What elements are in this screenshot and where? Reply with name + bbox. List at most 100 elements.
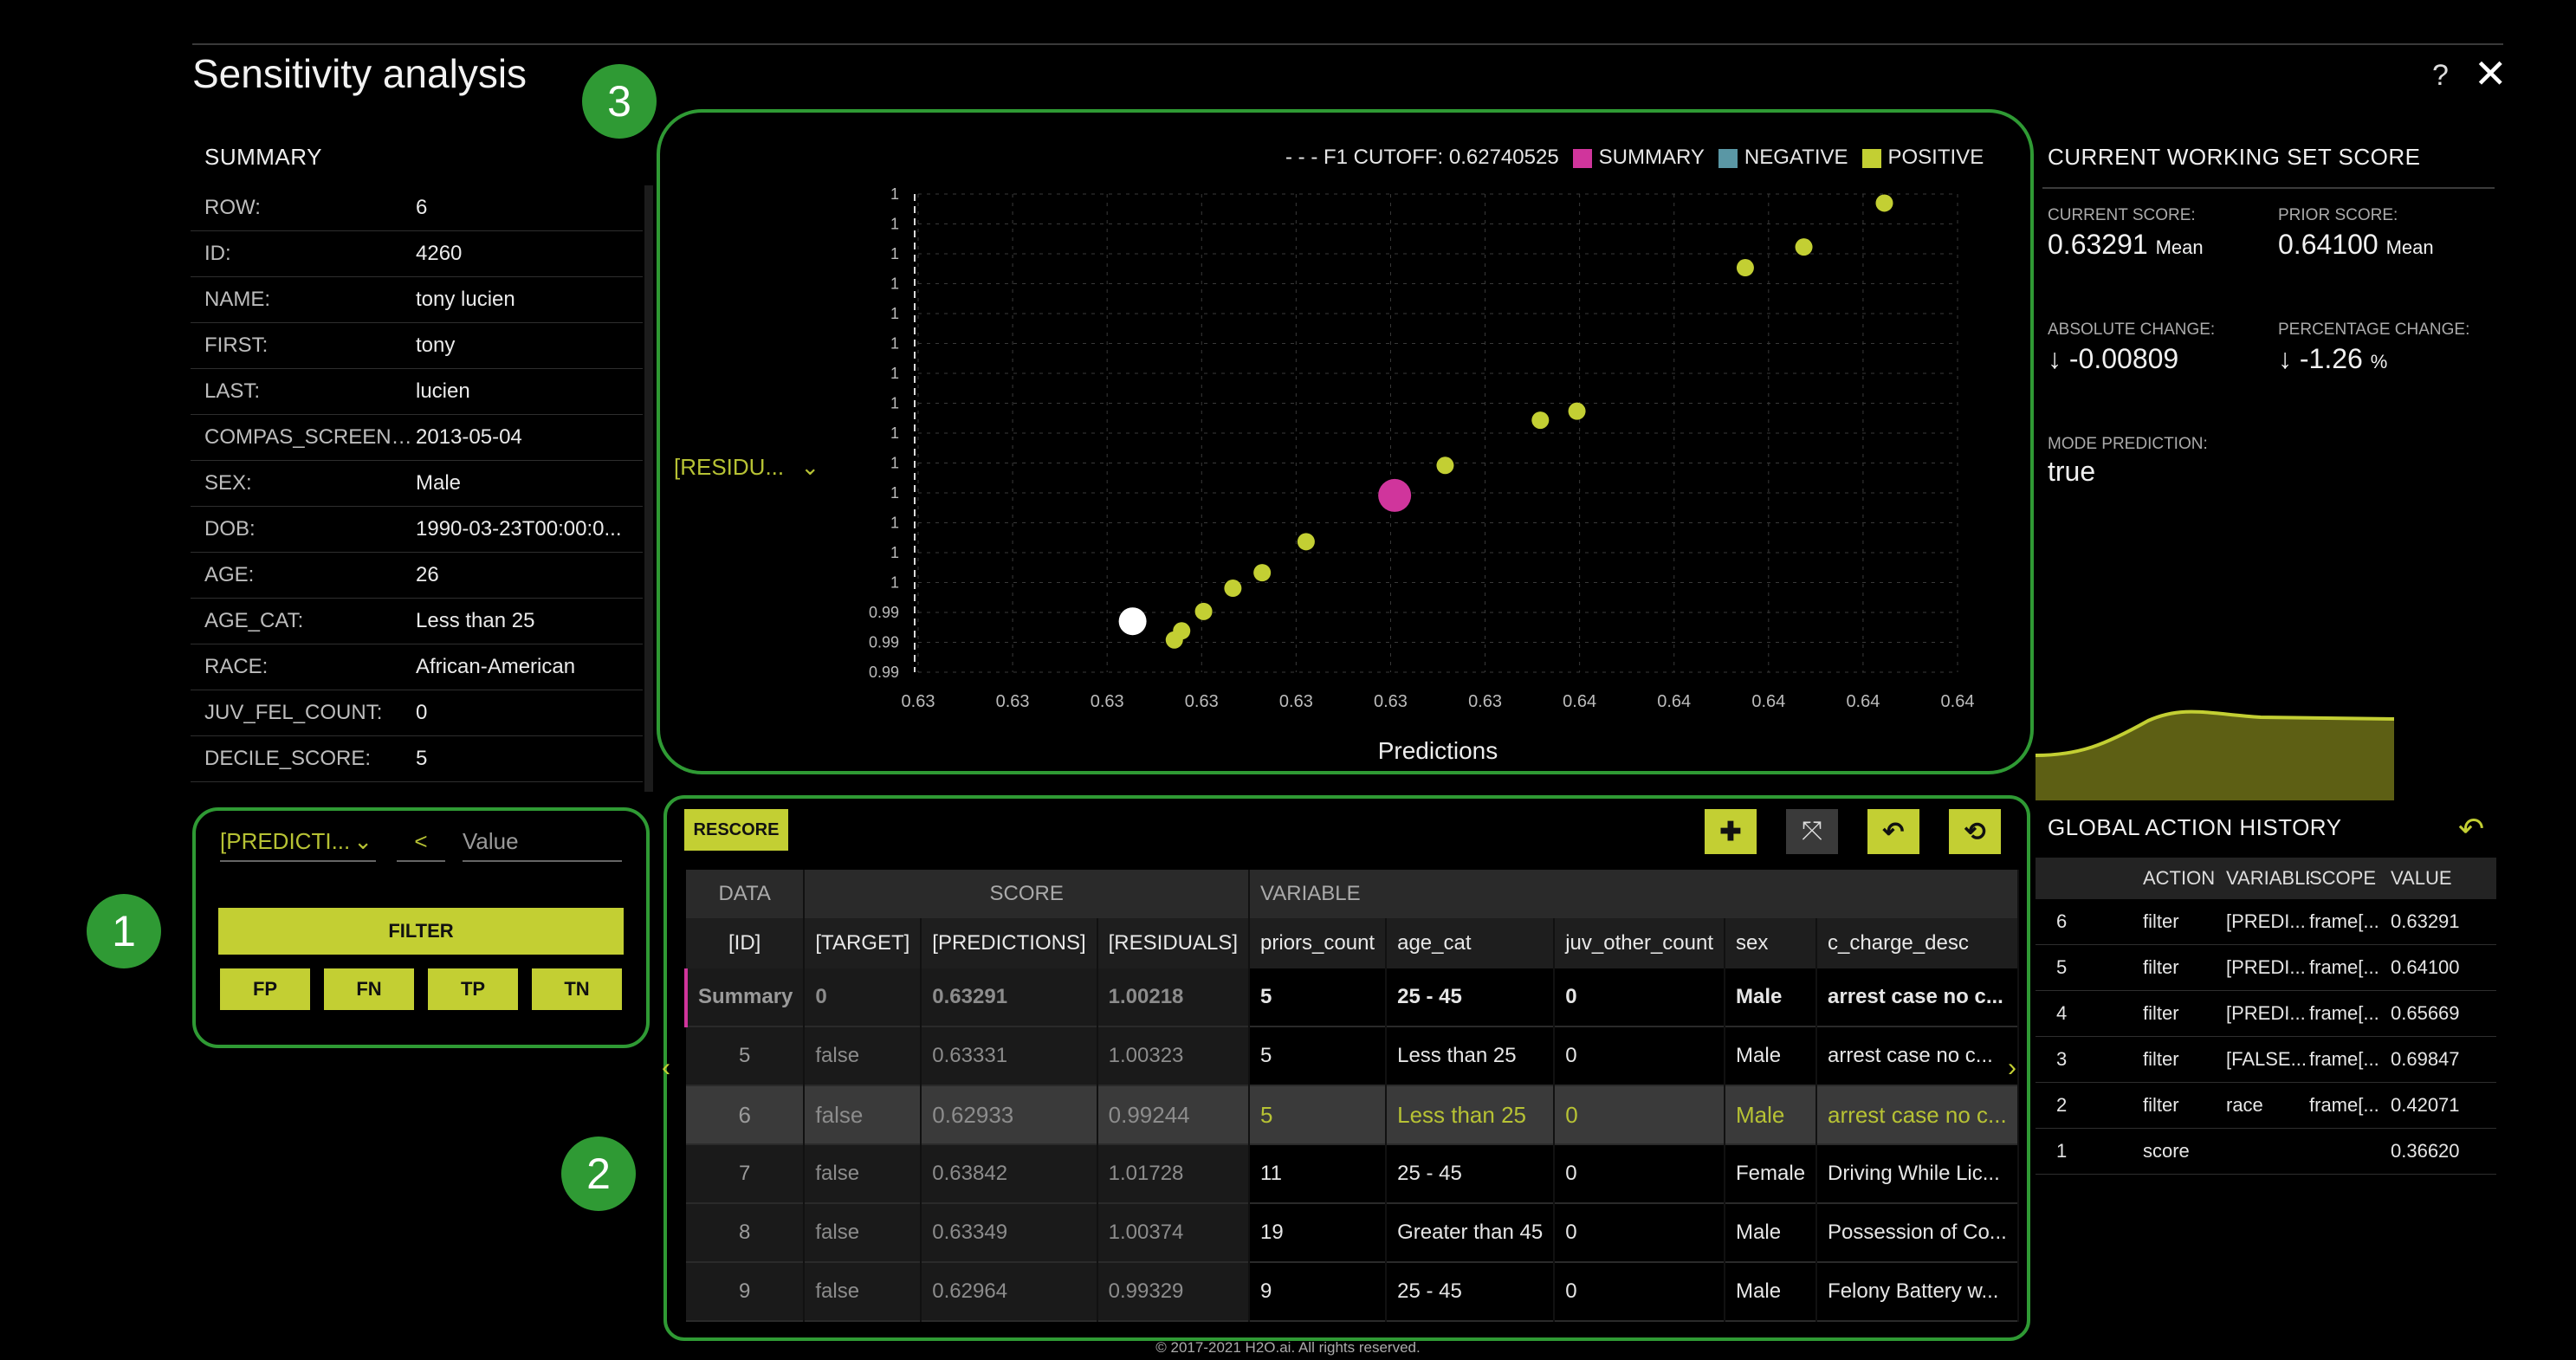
table-cell: 6: [686, 1085, 806, 1144]
table-row[interactable]: 9 false 0.62964 0.99329 9 25 - 45 0 Male Felony …: [686, 1262, 2019, 1321]
filter-operator-select[interactable]: <: [397, 828, 445, 862]
history-row[interactable]: 3 filter [FALSE... frame[... 0.69847: [2036, 1037, 2496, 1083]
column-header[interactable]: age_cat: [1386, 918, 1556, 968]
chevron-down-icon: ⌄: [353, 828, 372, 854]
table-row[interactable]: 6 false 0.62933 0.99244 5 Less than 25 0 Male ar…: [686, 1085, 2019, 1144]
y-tick-label: 1: [890, 544, 899, 561]
current-score-label: CURRENT SCORE:: [2048, 206, 2196, 224]
filter-button[interactable]: FILTER: [218, 908, 624, 955]
tp-button[interactable]: TP: [428, 968, 518, 1010]
positive-point: [1224, 580, 1242, 598]
history-header: GLOBAL ACTION HISTORY: [2048, 814, 2342, 840]
column-header[interactable]: sex: [1725, 918, 1818, 968]
undo-action-icon[interactable]: ↶: [1867, 809, 1919, 854]
rescore-button[interactable]: RESCORE: [684, 809, 788, 851]
y-tick-label: 1: [890, 275, 899, 293]
fn-button[interactable]: FN: [324, 968, 414, 1010]
percentage-change-label: PERCENTAGE CHANGE:: [2278, 321, 2470, 339]
summary-scrollbar[interactable]: [644, 185, 653, 792]
fp-button[interactable]: FP: [220, 968, 310, 1010]
positive-point: [1795, 238, 1813, 256]
y-tick-label: 0.99: [869, 634, 899, 651]
history-cell: filter: [2143, 1094, 2179, 1116]
legend-summary[interactable]: SUMMARY: [1572, 146, 1705, 170]
table-cell: 9: [1249, 1262, 1388, 1321]
summary-row: JUV_MISD_COUNT:1: [191, 782, 643, 792]
undo-icon[interactable]: ↶: [2458, 811, 2484, 847]
history-cell: frame[...: [2309, 1048, 2379, 1070]
history-cell: frame[...: [2309, 956, 2379, 978]
chart-legend: - - - F1 CUTOFF: 0.62740525 SUMMARY NEGA…: [1285, 146, 1984, 170]
summary-header: SUMMARY: [204, 144, 322, 170]
filter-value-placeholder: Value: [463, 828, 519, 854]
tn-button[interactable]: TN: [532, 968, 622, 1010]
collapse-icon[interactable]: ⤧: [1786, 809, 1838, 854]
column-header[interactable]: juv_other_count: [1554, 918, 1726, 968]
column-header[interactable]: [TARGET]: [804, 918, 922, 968]
history-cell: [PREDI...: [2226, 1002, 2306, 1024]
scroll-left-icon[interactable]: ‹: [662, 1053, 670, 1083]
close-icon[interactable]: ✕: [2474, 50, 2508, 97]
summary-row: JUV_FEL_COUNT: 0: [191, 690, 643, 736]
table-cell: Felony Battery w...: [1816, 1262, 2019, 1321]
table-row[interactable]: 7 false 0.63842 1.01728 11 25 - 45 0 Female Driv…: [686, 1144, 2019, 1203]
legend-positive[interactable]: POSITIVE: [1861, 146, 1984, 170]
summary-row: COMPAS_SCREENIN... 2013-05-04: [191, 415, 643, 461]
prior-score-value: 0.64100 Mean: [2278, 229, 2434, 260]
callout-2: 2: [561, 1137, 636, 1211]
table-cell: arrest case no c...: [1816, 1085, 2019, 1144]
y-axis-selector[interactable]: [RESIDU... ⌄: [674, 454, 819, 481]
column-header[interactable]: [RESIDUALS]: [1097, 918, 1251, 968]
y-tick-label: 1: [890, 216, 899, 233]
table-row[interactable]: 8 false 0.63349 1.00374 19 Greater than 45 0 Ma…: [686, 1203, 2019, 1262]
table-cell: 0: [1554, 968, 1726, 1026]
table-cell: 1.00323: [1097, 1026, 1251, 1085]
table-row[interactable]: Summary 0 0.63291 1.00218 5 25 - 45 0 Male arres…: [683, 968, 2019, 1026]
group-variable: VARIABLE: [1249, 870, 2019, 918]
history-col-header: ACTION: [2143, 867, 2216, 889]
y-tick-label: 1: [890, 335, 899, 353]
group-score: SCORE: [804, 870, 1251, 918]
column-header[interactable]: priors_count: [1249, 918, 1388, 968]
table-row[interactable]: 5 false 0.63331 1.00323 5 Less than 25 0 Male ar…: [686, 1026, 2019, 1085]
table-cell: arrest case no c...: [1816, 968, 2019, 1026]
top-rule: [192, 43, 2503, 45]
column-header[interactable]: [ID]: [686, 918, 806, 968]
history-row[interactable]: 6 filter [PREDI... frame[... 0.63291: [2036, 899, 2496, 945]
table-cell: Male: [1725, 1203, 1818, 1262]
summary-key: ID:: [204, 242, 231, 265]
summary-key: DECILE_SCORE:: [204, 747, 372, 770]
history-row[interactable]: 4 filter [PREDI... frame[... 0.65669: [2036, 991, 2496, 1037]
history-cell: 0.65669: [2391, 1002, 2460, 1024]
filter-value-input[interactable]: Value: [463, 828, 622, 862]
table-cell: 0: [1554, 1085, 1726, 1144]
y-tick-label: 0.99: [869, 664, 899, 681]
x-tick-label: 0.63: [1468, 692, 1502, 711]
history-row[interactable]: 2 filter race frame[... 0.42071: [2036, 1083, 2496, 1129]
table-cell: Summary: [683, 968, 806, 1026]
history-table: ACTION VARIABLE SCOPE VALUE 6 filter [PREDI...…: [2036, 858, 2496, 1175]
history-cell: 0.63291: [2391, 910, 2460, 932]
summary-row: FIRST: tony: [191, 323, 643, 369]
history-row[interactable]: 1 score 0.36620: [2036, 1129, 2496, 1175]
summary-key: SEX:: [204, 471, 252, 495]
table-cell: 5: [1249, 1085, 1388, 1144]
column-header[interactable]: c_charge_desc: [1816, 918, 2019, 968]
help-icon[interactable]: ?: [2432, 59, 2449, 93]
history-reset-icon[interactable]: ⟲: [1949, 809, 2001, 854]
table-cell: false: [804, 1144, 922, 1203]
add-icon[interactable]: ✚: [1705, 809, 1757, 854]
legend-negative[interactable]: NEGATIVE: [1718, 146, 1848, 170]
history-cell: 5: [2056, 956, 2068, 978]
summary-value: tony: [416, 334, 456, 357]
history-cell: filter: [2143, 910, 2179, 932]
table-cell: 0: [1554, 1262, 1726, 1321]
column-header[interactable]: [PREDICTIONS]: [921, 918, 1098, 968]
history-row[interactable]: 5 filter [PREDI... frame[... 0.64100: [2036, 945, 2496, 991]
history-cell: race: [2226, 1094, 2263, 1116]
positive-point: [1297, 533, 1315, 551]
table-cell: 0.63291: [921, 968, 1098, 1026]
filter-column-select[interactable]: [PREDICTI... ⌄: [220, 828, 376, 862]
x-tick-label: 0.64: [1563, 692, 1596, 711]
x-tick-label: 0.63: [902, 692, 935, 711]
